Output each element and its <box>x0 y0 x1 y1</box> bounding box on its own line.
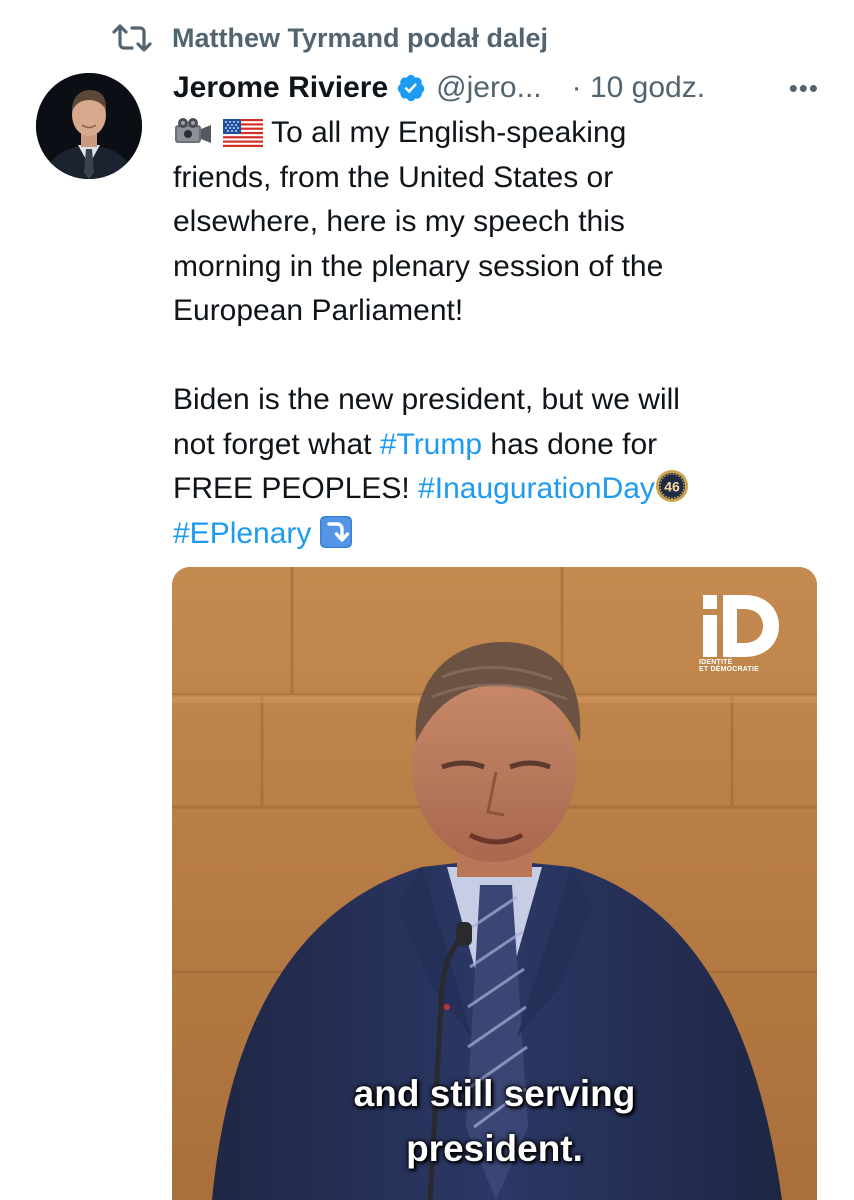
tweet-line-1: To all my English-speaking <box>173 111 823 156</box>
hashtag-eplenary[interactable]: #EPlenary <box>173 517 311 550</box>
text-segment: has done for <box>482 427 658 461</box>
tweet-line-5: European Parliament! <box>173 294 464 327</box>
tweet-text: To all my English-speaking friends, from… <box>173 111 823 556</box>
tweet-line-9: #EPlenary <box>173 512 823 557</box>
id-group-subtitle: IDENTITÉ ET DÉMOCRATIE <box>699 659 799 673</box>
author-handle[interactable]: @jero... <box>436 71 541 105</box>
text-segment: FREE PEOPLES! <box>173 472 419 505</box>
tweet-page: Matthew Tyrmand podał dalej Jerome Rivie… <box>0 0 854 1200</box>
retweet-text: Matthew Tyrmand podał dalej <box>172 22 549 53</box>
tweet-line-8: FREE PEOPLES! #InaugurationDay 46 <box>173 467 823 512</box>
id-sub-2: ET DÉMOCRATIE <box>699 666 760 673</box>
tweet-line-4: morning in the plenary session of the <box>173 249 664 283</box>
tweet-line-7: not forget what #Trump has done for <box>173 423 823 468</box>
tweet-time[interactable]: · 10 godz. <box>572 71 705 105</box>
tweet-line-2: friends, from the United States or <box>173 160 614 194</box>
tweet-line-6: Biden is the new president, but we will <box>173 383 680 416</box>
tweet-header: Jerome Riviere @jero... · 10 godz. ••• <box>173 68 833 108</box>
id-sub-1: IDENTITÉ <box>699 659 733 666</box>
video-player[interactable]: IDENTITÉ ET DÉMOCRATIE and still serving… <box>172 567 817 1200</box>
avatar[interactable] <box>36 73 142 179</box>
us-flag-icon <box>223 116 264 161</box>
video-caption-line-1: and still serving <box>353 1073 636 1114</box>
retweet-context[interactable]: Matthew Tyrmand podał dalej <box>110 20 548 56</box>
verified-badge-icon <box>396 73 426 103</box>
retweet-icon <box>110 22 154 54</box>
arrow-down-icon <box>319 515 352 562</box>
id-group-logo <box>699 591 789 701</box>
tweet-line-1-text: To all my English-speaking <box>271 116 627 149</box>
text-segment: not forget what <box>173 427 380 461</box>
tweet-line-3: elsewhere, here is my speech this <box>173 205 625 238</box>
hashtag-trump[interactable]: #Trump <box>380 428 482 461</box>
badge-46-text: 46 <box>664 479 680 495</box>
video-caption-line-2: president. <box>406 1128 583 1169</box>
author-name[interactable]: Jerome Riviere <box>173 71 388 105</box>
more-options-icon[interactable]: ••• <box>789 68 819 108</box>
badge-46-icon: 46 <box>655 469 689 517</box>
hashtag-inaugurationday[interactable]: #InaugurationDay <box>418 472 655 505</box>
video-camera-icon <box>173 115 215 161</box>
